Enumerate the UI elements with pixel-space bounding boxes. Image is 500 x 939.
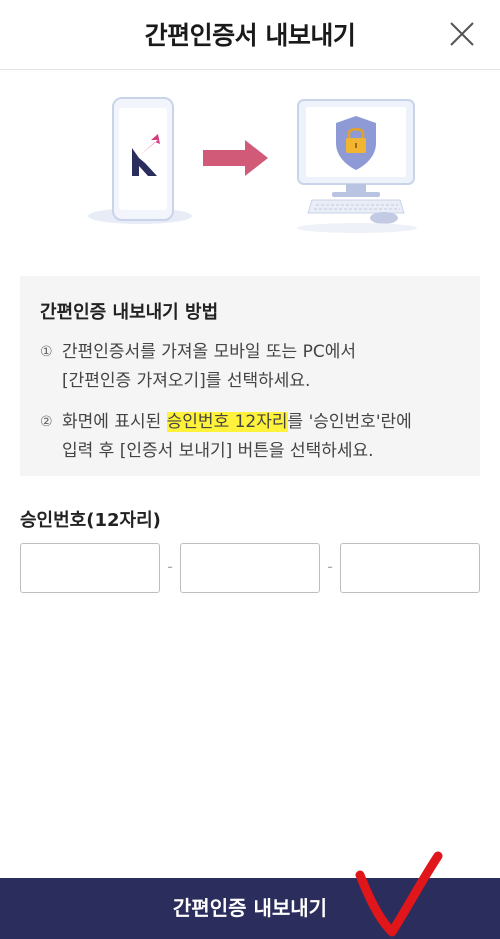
step-text: 화면에 표시된 xyxy=(62,412,167,432)
phone-icon xyxy=(88,97,192,224)
arrow-right-icon xyxy=(203,140,268,176)
separator: - xyxy=(167,557,173,576)
header: 간편인증서 내보내기 xyxy=(0,0,500,70)
approval-number-input-1[interactable] xyxy=(20,543,160,593)
guide-step-2: ② 화면에 표시된 승인번호 12자리를 '승인번호'란에 입력 후 [인증서 … xyxy=(40,408,462,466)
approval-number-input-2[interactable] xyxy=(180,543,320,593)
step-text: 를 '승인번호'란에 xyxy=(287,412,412,432)
step-text-line: 간편인증서를 가져올 모바일 또는 PC에서 xyxy=(62,342,356,362)
step-text-line: 화면에 표시된 승인번호 12자리를 '승인번호'란에 xyxy=(62,408,462,437)
monitor-lock-icon xyxy=(297,99,417,233)
approval-number-label: 승인번호(12자리) xyxy=(20,510,161,531)
guide-title: 간편인증 내보내기 방법 xyxy=(40,302,219,323)
guide-box: 간편인증 내보내기 방법 ① 간편인증서를 가져올 모바일 또는 PC에서 [간… xyxy=(20,276,480,476)
separator: - xyxy=(327,557,333,576)
export-illustration xyxy=(88,97,417,233)
approval-number-input-3[interactable] xyxy=(340,543,480,593)
step-number: ① xyxy=(40,344,53,360)
export-button[interactable]: 간편인증 내보내기 xyxy=(0,878,500,939)
approval-number-inputs: - - xyxy=(20,543,480,593)
close-icon[interactable] xyxy=(448,20,476,48)
step-text-line: 입력 후 [인증서 보내기] 버튼을 선택하세요. xyxy=(62,441,374,461)
page-title: 간편인증서 내보내기 xyxy=(144,21,356,50)
highlighted-text: 승인번호 12자리 xyxy=(166,412,288,432)
step-text-line: [간편인증 가져오기]를 선택하세요. xyxy=(62,371,311,391)
guide-step-1: ① 간편인증서를 가져올 모바일 또는 PC에서 [간편인증 가져오기]를 선택… xyxy=(40,338,462,396)
step-number: ② xyxy=(40,414,53,430)
